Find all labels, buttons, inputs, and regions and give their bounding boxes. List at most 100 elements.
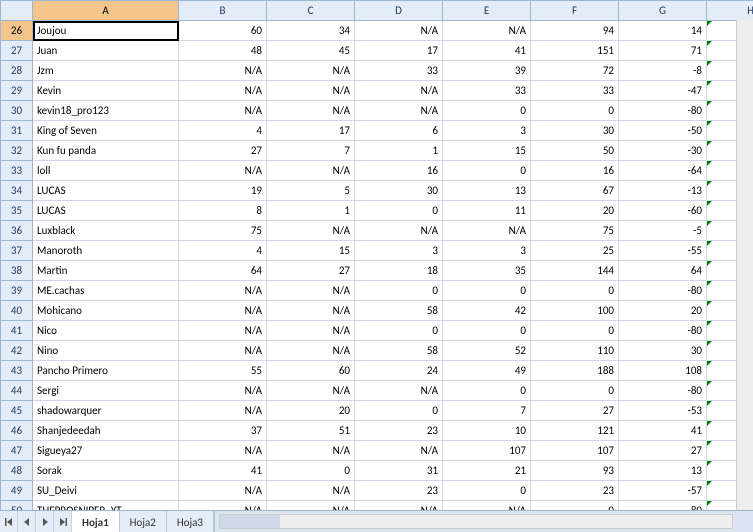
cell[interactable]: Nino: [33, 341, 179, 361]
cell[interactable]: -30: [619, 141, 707, 161]
cell[interactable]: 1: [267, 201, 355, 221]
cell[interactable]: Luxblack: [33, 221, 179, 241]
cell[interactable]: Shanjedeedah: [33, 421, 179, 441]
cell[interactable]: N/A: [267, 221, 355, 241]
cell[interactable]: 23: [355, 421, 443, 441]
cell[interactable]: -80: [619, 281, 707, 301]
cell[interactable]: 3: [443, 241, 531, 261]
cell[interactable]: N/A: [355, 21, 443, 41]
cell[interactable]: LUCAS: [33, 181, 179, 201]
cell[interactable]: THEPROSNIPER_YT: [33, 501, 179, 511]
cell[interactable]: N/A: [355, 101, 443, 121]
tab-nav-prev-icon[interactable]: [18, 511, 36, 532]
cell[interactable]: Jzm: [33, 61, 179, 81]
cell[interactable]: 20: [619, 301, 707, 321]
cell[interactable]: 0: [267, 461, 355, 481]
cell[interactable]: Juan: [33, 41, 179, 61]
tab-nav-next-icon[interactable]: [36, 511, 54, 532]
cell[interactable]: Mohicano: [33, 301, 179, 321]
cell[interactable]: 31: [355, 461, 443, 481]
row-header[interactable]: 32: [1, 141, 33, 161]
row-header[interactable]: 44: [1, 381, 33, 401]
cell[interactable]: 0: [355, 401, 443, 421]
cell[interactable]: 33: [531, 81, 619, 101]
cell[interactable]: 7: [443, 401, 531, 421]
cell[interactable]: N/A: [355, 441, 443, 461]
horizontal-scrollbar[interactable]: [219, 514, 733, 529]
cell[interactable]: Sigueya27: [33, 441, 179, 461]
cell[interactable]: Pancho Primero: [33, 361, 179, 381]
cell[interactable]: 3: [443, 121, 531, 141]
cell[interactable]: 58: [355, 301, 443, 321]
cell[interactable]: N/A: [179, 481, 267, 501]
cell[interactable]: loll: [33, 161, 179, 181]
cell[interactable]: 72: [531, 61, 619, 81]
cell[interactable]: 25: [531, 241, 619, 261]
row-header[interactable]: 33: [1, 161, 33, 181]
row-header[interactable]: 26: [1, 21, 33, 41]
tab-nav-last-icon[interactable]: [54, 511, 72, 532]
cell[interactable]: 16: [355, 161, 443, 181]
sheet-tab-3[interactable]: Hoja3: [167, 511, 214, 532]
cell[interactable]: 6: [355, 121, 443, 141]
cell[interactable]: shadowarquer: [33, 401, 179, 421]
cell[interactable]: 0: [355, 321, 443, 341]
row-header[interactable]: 49: [1, 481, 33, 501]
cell[interactable]: 4: [179, 241, 267, 261]
cell[interactable]: N/A: [443, 221, 531, 241]
cell[interactable]: 41: [619, 421, 707, 441]
tab-nav-first-icon[interactable]: [0, 511, 18, 532]
cell[interactable]: N/A: [267, 381, 355, 401]
cell[interactable]: 23: [355, 481, 443, 501]
cell[interactable]: -50: [619, 121, 707, 141]
cell[interactable]: 0: [355, 201, 443, 221]
cell[interactable]: 33: [443, 81, 531, 101]
cell[interactable]: -5: [619, 221, 707, 241]
cell[interactable]: N/A: [355, 221, 443, 241]
cell[interactable]: 0: [355, 281, 443, 301]
cell[interactable]: 8: [179, 201, 267, 221]
row-header[interactable]: 35: [1, 201, 33, 221]
cell[interactable]: N/A: [443, 501, 531, 511]
row-header[interactable]: 42: [1, 341, 33, 361]
horizontal-scrollbar-thumb[interactable]: [220, 515, 280, 528]
cell[interactable]: N/A: [179, 501, 267, 511]
cell[interactable]: 0: [531, 101, 619, 121]
cell[interactable]: 0: [443, 481, 531, 501]
cell[interactable]: N/A: [443, 21, 531, 41]
row-header[interactable]: 45: [1, 401, 33, 421]
row-header[interactable]: 31: [1, 121, 33, 141]
cell[interactable]: Martin: [33, 261, 179, 281]
cell[interactable]: 0: [443, 381, 531, 401]
col-header-H[interactable]: H: [707, 1, 753, 21]
cell[interactable]: 27: [619, 441, 707, 461]
sheet-tab-active[interactable]: Hoja1: [72, 511, 120, 532]
cell[interactable]: 64: [179, 261, 267, 281]
cell[interactable]: 67: [531, 181, 619, 201]
cell[interactable]: 35: [443, 261, 531, 281]
cell[interactable]: 0: [531, 281, 619, 301]
cell[interactable]: -60: [619, 201, 707, 221]
cell[interactable]: 13: [619, 461, 707, 481]
cell[interactable]: N/A: [179, 441, 267, 461]
row-header[interactable]: 43: [1, 361, 33, 381]
cell[interactable]: SU_Deivi: [33, 481, 179, 501]
cell[interactable]: 41: [443, 41, 531, 61]
cell[interactable]: 14: [619, 21, 707, 41]
row-header[interactable]: 27: [1, 41, 33, 61]
sheet-tab-2[interactable]: Hoja2: [120, 511, 167, 532]
cell[interactable]: 107: [531, 441, 619, 461]
cell[interactable]: 108: [619, 361, 707, 381]
cell[interactable]: 0: [531, 381, 619, 401]
col-header-E[interactable]: E: [443, 1, 531, 21]
cell[interactable]: 0: [443, 161, 531, 181]
row-header[interactable]: 46: [1, 421, 33, 441]
cell[interactable]: N/A: [267, 161, 355, 181]
cell[interactable]: N/A: [179, 341, 267, 361]
cell[interactable]: -80: [619, 501, 707, 511]
row-header[interactable]: 50: [1, 501, 33, 511]
cell[interactable]: 0: [443, 321, 531, 341]
cell[interactable]: 27: [267, 261, 355, 281]
cell[interactable]: Kevin: [33, 81, 179, 101]
cell[interactable]: 64: [619, 261, 707, 281]
